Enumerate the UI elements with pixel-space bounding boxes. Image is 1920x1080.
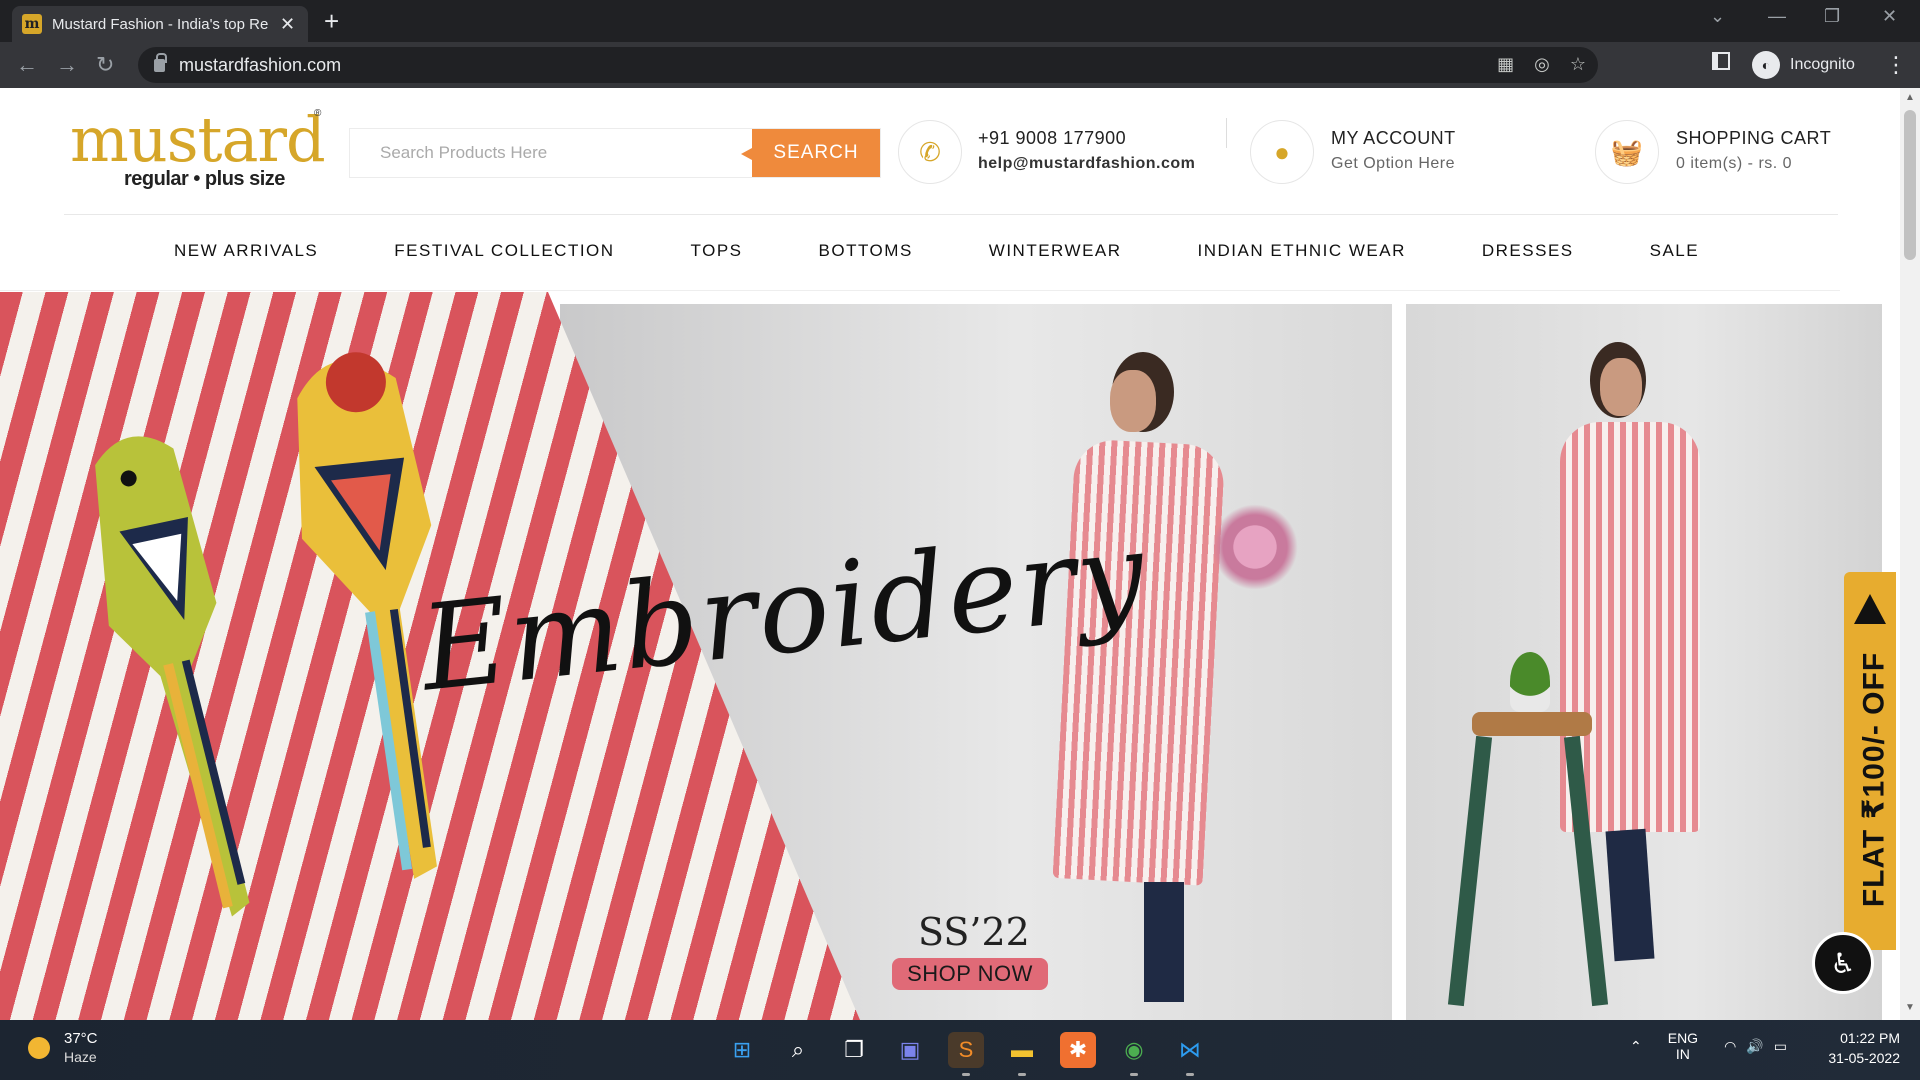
chat-icon[interactable]: ▣ <box>892 1032 928 1068</box>
close-tab-icon[interactable]: ✕ <box>280 14 295 35</box>
search-icon[interactable]: ⌕ <box>780 1032 816 1068</box>
nav-item-indian-ethnic-wear[interactable]: INDIAN ETHNIC WEAR <box>1198 241 1406 261</box>
wifi-icon[interactable]: ◠ <box>1724 1038 1736 1055</box>
nav-item-winterwear[interactable]: WINTERWEAR <box>989 241 1122 261</box>
phone-number[interactable]: +91 9008 177900 <box>978 128 1195 149</box>
temperature: 37°C <box>64 1030 98 1047</box>
cart-icon[interactable]: 🧺 <box>1595 120 1659 184</box>
nav-item-new-arrivals[interactable]: NEW ARRIVALS <box>174 241 318 261</box>
weather-widget[interactable]: 37°C Haze <box>28 1030 98 1065</box>
model-face <box>1600 358 1642 416</box>
clock[interactable]: 01:22 PM 31-05-2022 <box>1820 1030 1900 1066</box>
model-kurta <box>1052 438 1226 886</box>
minimize-button[interactable]: — <box>1768 6 1786 27</box>
reload-icon[interactable]: ↻ <box>96 52 114 78</box>
nav-item-dresses[interactable]: DRESSES <box>1482 241 1574 261</box>
model-face <box>1110 370 1156 432</box>
start-icon[interactable]: ⊞ <box>724 1032 760 1068</box>
lock-icon[interactable] <box>154 52 167 72</box>
page-scrollbar[interactable]: ▲ ▼ <box>1900 88 1920 1020</box>
forward-icon[interactable]: → <box>56 52 78 78</box>
main-nav: NEW ARRIVALS FESTIVAL COLLECTION TOPS BO… <box>174 241 1775 261</box>
cart-title[interactable]: SHOPPING CART <box>1676 128 1831 149</box>
windows-taskbar: 37°C Haze ⊞ ⌕ ❐ ▣ S ▬ ✱ ◉ ⋈ ⌃ ENG IN ◠ 🔊… <box>0 1020 1920 1080</box>
new-tab-button[interactable]: + <box>324 6 339 37</box>
battery-icon[interactable]: ▭ <box>1774 1038 1787 1055</box>
account-subtitle[interactable]: Get Option Here <box>1331 155 1456 173</box>
hero-banner[interactable]: Embroidery SS’22 SHOP NOW FLAT ₹100/- OF… <box>0 292 1900 1020</box>
nav-item-sale[interactable]: SALE <box>1650 241 1699 261</box>
flower-bouquet <box>1210 492 1300 602</box>
incognito-badge[interactable]: ◐ Incognito <box>1752 49 1855 81</box>
close-window-button[interactable]: ✕ <box>1882 6 1897 27</box>
cart-menu[interactable]: SHOPPING CART 0 item(s) - rs. 0 <box>1676 128 1831 173</box>
restore-button[interactable]: ❐ <box>1824 6 1840 27</box>
user-icon[interactable]: ● <box>1250 120 1314 184</box>
logo-registered-mark: ® <box>314 108 322 119</box>
back-icon[interactable]: ← <box>16 52 38 78</box>
web-page: mustard ® regular • plus size SEARCH ✆ +… <box>0 88 1900 1020</box>
account-title[interactable]: MY ACCOUNT <box>1331 128 1456 149</box>
address-bar[interactable]: mustardfashion.com ▦ ◎ ☆ <box>138 47 1598 83</box>
search-bar: SEARCH <box>349 128 881 178</box>
browser-tab[interactable]: m Mustard Fashion - India's top Re ✕ <box>12 6 308 42</box>
weather-condition: Haze <box>64 1049 97 1065</box>
nav-divider <box>0 290 1840 291</box>
browser-toolbar: ← → ↻ mustardfashion.com ▦ ◎ ☆ ◐ Incogni… <box>0 42 1920 88</box>
date: 31-05-2022 <box>1828 1050 1900 1066</box>
shop-now-button[interactable]: SHOP NOW <box>892 958 1048 990</box>
divider <box>1226 118 1227 148</box>
xampp-icon[interactable]: ✱ <box>1060 1032 1096 1068</box>
sun-icon <box>28 1036 50 1059</box>
file-explorer-icon[interactable]: ▬ <box>1004 1032 1040 1076</box>
language-indicator[interactable]: ENG IN <box>1668 1030 1698 1062</box>
header-divider <box>64 214 1838 215</box>
offer-side-tab[interactable]: FLAT ₹100/- OFF <box>1844 572 1896 950</box>
season-label: SS’22 <box>918 910 1030 954</box>
menu-icon[interactable]: ⋮ <box>1885 52 1907 78</box>
stool-seat <box>1472 712 1592 736</box>
email-address[interactable]: help@mustardfashion.com <box>978 155 1195 173</box>
browser-tab-bar: m Mustard Fashion - India's top Re ✕ + ⌄… <box>0 0 1920 42</box>
region-code: IN <box>1675 1046 1690 1062</box>
star-icon[interactable]: ☆ <box>1570 54 1586 75</box>
scrollbar-thumb[interactable] <box>1904 110 1916 260</box>
taskbar-apps: ⊞ ⌕ ❐ ▣ S ▬ ✱ ◉ ⋈ <box>724 1032 1208 1076</box>
incognito-label: Incognito <box>1790 56 1855 73</box>
plant-pot <box>1510 652 1550 712</box>
site-logo[interactable]: mustard ® regular • plus size <box>70 108 330 191</box>
nav-item-bottoms[interactable]: BOTTOMS <box>819 241 913 261</box>
sublime-text-icon[interactable]: S <box>948 1032 984 1076</box>
sidepanel-icon[interactable] <box>1712 52 1730 70</box>
scroll-up-icon[interactable]: ▲ <box>1905 92 1915 103</box>
accessibility-icon[interactable]: ♿ <box>1812 932 1874 994</box>
tab-search-icon[interactable]: ⌄ <box>1710 6 1725 27</box>
contact-info: +91 9008 177900 help@mustardfashion.com <box>978 128 1195 173</box>
phone-icon: ✆ <box>898 120 962 184</box>
vscode-icon[interactable]: ⋈ <box>1172 1032 1208 1076</box>
url-text[interactable]: mustardfashion.com <box>179 55 341 76</box>
tab-title: Mustard Fashion - India's top Re <box>52 15 269 33</box>
qr-icon[interactable]: ▦ <box>1497 54 1514 75</box>
chevron-up-icon[interactable]: ⌃ <box>1630 1038 1642 1055</box>
nav-item-tops[interactable]: TOPS <box>691 241 743 261</box>
nav-item-festival-collection[interactable]: FESTIVAL COLLECTION <box>394 241 614 261</box>
task-view-icon[interactable]: ❐ <box>836 1032 872 1068</box>
favicon-icon: m <box>22 14 42 34</box>
model-jeans <box>1144 882 1184 1002</box>
account-menu[interactable]: MY ACCOUNT Get Option Here <box>1331 128 1456 173</box>
time: 01:22 PM <box>1840 1030 1900 1046</box>
language-code: ENG <box>1667 1030 1699 1046</box>
incognito-icon: ◐ <box>1752 51 1780 79</box>
offer-text: FLAT ₹100/- OFF <box>1857 651 1891 908</box>
volume-icon[interactable]: 🔊 <box>1746 1038 1763 1055</box>
search-button[interactable]: SEARCH <box>741 129 880 177</box>
chrome-icon[interactable]: ◉ <box>1116 1032 1152 1076</box>
cart-summary[interactable]: 0 item(s) - rs. 0 <box>1676 155 1831 173</box>
search-input[interactable] <box>350 129 752 177</box>
system-tray: ⌃ ENG IN ◠ 🔊 ▭ <box>1630 1030 1787 1062</box>
eye-off-icon[interactable]: ◎ <box>1534 54 1550 75</box>
logo-wordmark: mustard <box>70 103 326 176</box>
scroll-down-icon[interactable]: ▼ <box>1905 1002 1915 1013</box>
